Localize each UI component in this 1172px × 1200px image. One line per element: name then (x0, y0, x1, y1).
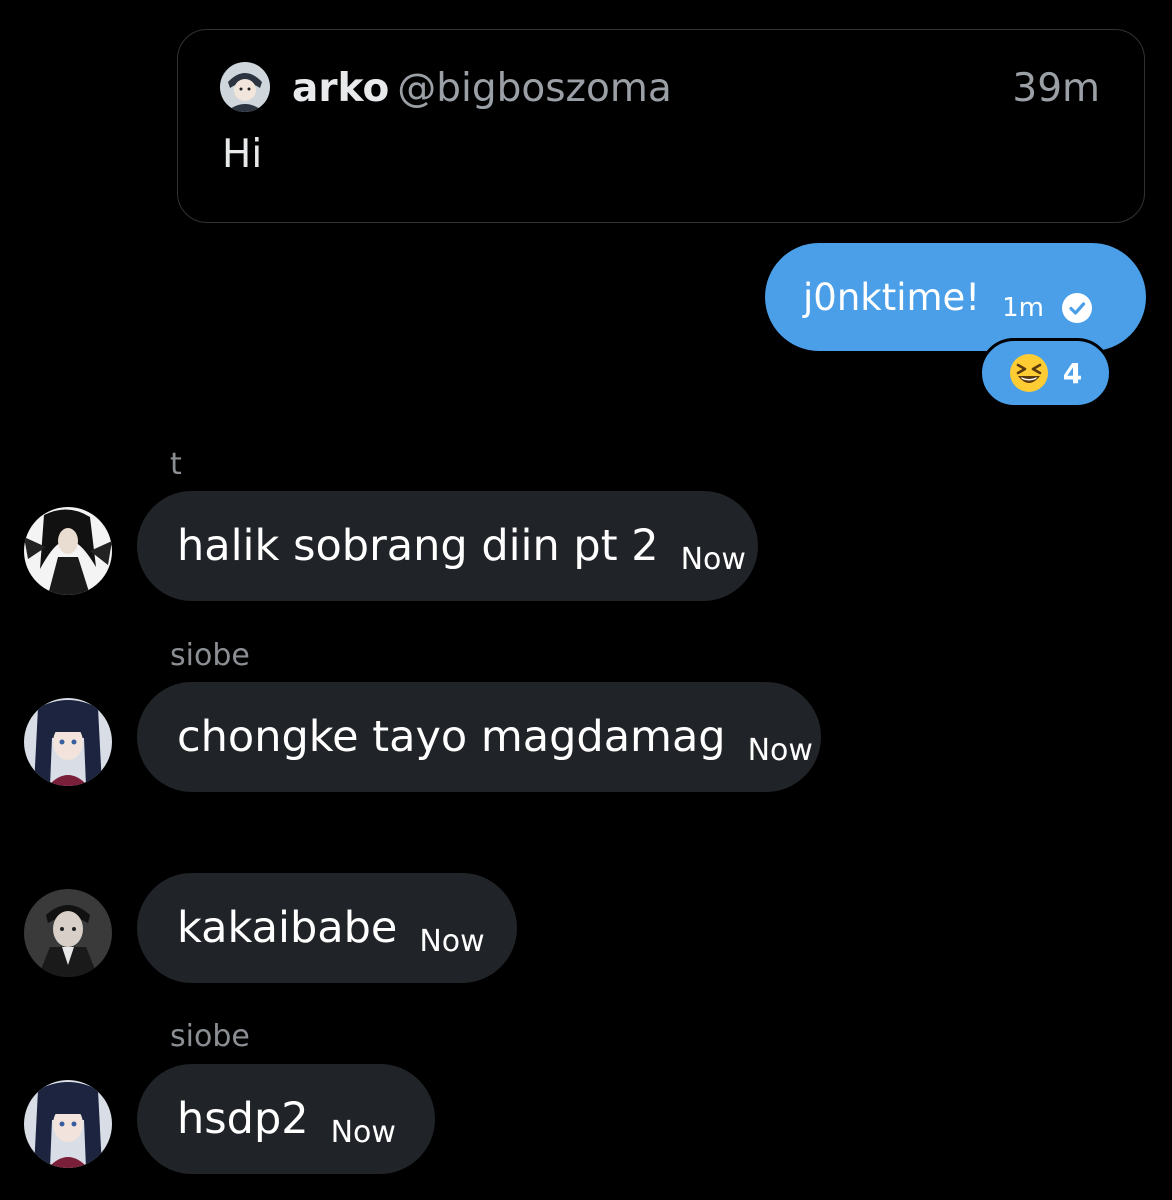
sender-name: siobe (170, 1019, 250, 1054)
quote-author-handle[interactable]: @bigboszoma (397, 66, 672, 111)
quote-header: arko @bigboszoma (292, 64, 672, 114)
message-text: hsdp2 (177, 1094, 309, 1144)
message-text: kakaibabe (177, 903, 398, 953)
quoted-message-card[interactable]: arko @bigboszoma 39m Hi (177, 29, 1145, 223)
quote-timestamp: 39m (1012, 66, 1100, 111)
message-bubble[interactable]: hsdp2 Now (137, 1064, 435, 1174)
message-time: Now (680, 541, 746, 577)
message-bubble[interactable]: kakaibabe Now (137, 873, 517, 983)
message-time: Now (419, 923, 485, 959)
avatar[interactable] (24, 507, 112, 595)
avatar[interactable] (24, 698, 112, 786)
reaction-pill[interactable]: 4 (979, 338, 1112, 408)
avatar[interactable] (220, 62, 270, 112)
message-bubble[interactable]: halik sobrang diin pt 2 Now (137, 491, 758, 601)
message-text: halik sobrang diin pt 2 (177, 521, 659, 571)
sent-message-time: 1m (1002, 293, 1044, 323)
check-circle-icon (1062, 293, 1092, 323)
sent-message-text: j0nktime! (803, 275, 981, 319)
grinning-squinting-face-icon (1009, 353, 1049, 393)
reaction-count: 4 (1062, 356, 1083, 390)
message-bubble[interactable]: chongke tayo magdamag Now (137, 682, 821, 792)
sent-message-bubble[interactable]: j0nktime! 1m (765, 243, 1146, 351)
sender-name: siobe (170, 638, 250, 673)
quote-text: Hi (222, 132, 263, 177)
avatar[interactable] (24, 889, 112, 977)
sender-name: t (170, 447, 182, 482)
message-time: Now (747, 732, 813, 768)
message-text: chongke tayo magdamag (177, 712, 726, 762)
avatar[interactable] (24, 1080, 112, 1168)
message-time: Now (330, 1114, 396, 1150)
quote-author-name[interactable]: arko (292, 66, 389, 111)
